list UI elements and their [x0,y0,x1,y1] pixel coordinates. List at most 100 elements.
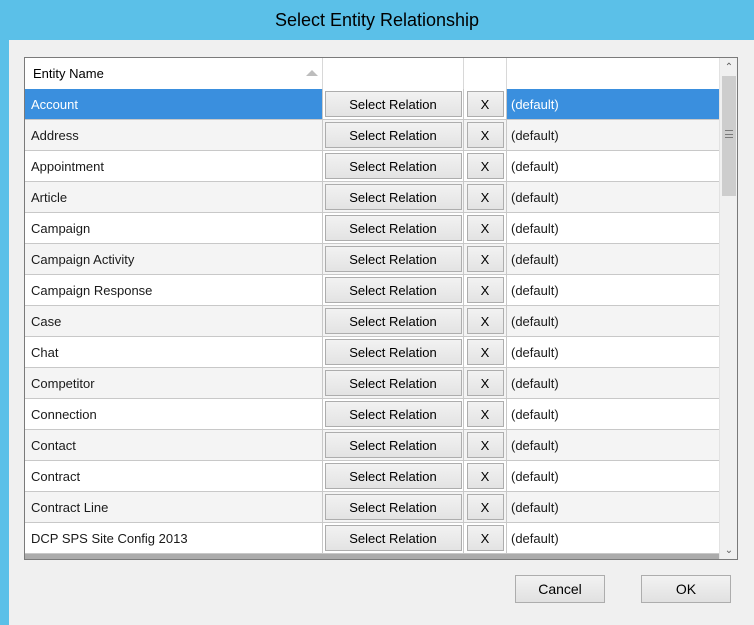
clear-relation-button[interactable]: X [466,463,504,489]
scrollbar-thumb[interactable] [722,76,736,196]
entity-name-cell[interactable]: Appointment [25,151,323,181]
clear-relation-button[interactable]: X [466,525,504,551]
table-row[interactable]: Connection Select Relation X (default) [25,399,719,430]
chevron-up-icon: ⌃ [724,61,734,73]
entity-name-cell[interactable]: Contract [25,461,323,491]
entity-name-cell[interactable]: Address [25,120,323,150]
table-row[interactable]: Campaign Activity Select Relation X (defaul… [25,244,719,275]
entity-name-cell[interactable]: DCP SPS Site Config 2013 [25,523,323,553]
entity-name-cell[interactable]: Campaign Activity [25,244,323,274]
clear-relation-button[interactable]: X [466,432,504,458]
relation-value-cell[interactable]: (default) [507,430,719,460]
table-row[interactable]: Article Select Relation X (default) [25,182,719,213]
scroll-down-button[interactable]: ⌄ [720,541,737,559]
table-row[interactable]: Campaign Select Relation X (default) [25,213,719,244]
select-relation-cell: Select Relation [323,368,464,398]
select-relation-button[interactable]: Select Relation [324,122,462,148]
clear-relation-cell: X [464,213,507,243]
relation-value-cell[interactable]: (default) [507,306,719,336]
relation-value-cell[interactable]: (default) [507,151,719,181]
relation-value-cell[interactable]: (default) [507,523,719,553]
clear-relation-button[interactable]: X [466,370,504,396]
relation-value-cell[interactable]: (default) [507,461,719,491]
table-row[interactable]: Contract Select Relation X (default) [25,461,719,492]
table-row[interactable]: Appointment Select Relation X (default) [25,151,719,182]
entity-name-cell[interactable]: Connection [25,399,323,429]
select-relation-button[interactable]: Select Relation [324,494,462,520]
select-relation-button[interactable]: Select Relation [324,525,462,551]
column-header-relation [507,58,719,89]
select-relation-cell: Select Relation [323,213,464,243]
select-relation-button[interactable]: Select Relation [324,370,462,396]
entity-name-cell[interactable]: Contact [25,430,323,460]
clear-relation-button[interactable]: X [466,277,504,303]
relation-value-cell[interactable]: (default) [507,244,719,274]
entity-name-cell[interactable]: Chat [25,337,323,367]
dialog-body: Entity Name Account Select Relation X (defa… [9,40,754,625]
clear-relation-button[interactable]: X [466,122,504,148]
table-row[interactable]: Campaign Response Select Relation X (defaul… [25,275,719,306]
table-row[interactable]: Contract Line Select Relation X (default) [25,492,719,523]
select-relation-button[interactable]: Select Relation [324,401,462,427]
relation-value-cell[interactable]: (default) [507,492,719,522]
table-row[interactable]: Chat Select Relation X (default) [25,337,719,368]
entity-name-cell[interactable]: Campaign Response [25,275,323,305]
relation-value-cell[interactable]: (default) [507,89,719,119]
select-relation-cell: Select Relation [323,89,464,119]
clear-relation-cell: X [464,120,507,150]
clear-relation-cell: X [464,492,507,522]
clear-relation-cell: X [464,275,507,305]
table-row[interactable]: Competitor Select Relation X (default) [25,368,719,399]
clear-relation-button[interactable]: X [466,246,504,272]
relation-value-cell[interactable]: (default) [507,368,719,398]
grip-icon [725,130,733,138]
ok-button[interactable]: OK [641,575,731,603]
scroll-up-button[interactable]: ⌃ [720,58,737,76]
clear-relation-button[interactable]: X [466,91,504,117]
select-relation-button[interactable]: Select Relation [324,432,462,458]
entity-name-cell[interactable]: Contract Line [25,492,323,522]
entity-name-cell[interactable]: Campaign [25,213,323,243]
select-relation-button[interactable]: Select Relation [324,463,462,489]
clear-relation-cell: X [464,182,507,212]
window-title-bar[interactable]: Select Entity Relationship [0,0,754,40]
select-relation-button[interactable]: Select Relation [324,153,462,179]
clear-relation-cell: X [464,244,507,274]
clear-relation-button[interactable]: X [466,184,504,210]
select-relation-button[interactable]: Select Relation [324,91,462,117]
table-row[interactable]: Address Select Relation X (default) [25,120,719,151]
clear-relation-button[interactable]: X [466,401,504,427]
table-row[interactable]: Account Select Relation X (default) [25,89,719,120]
select-relation-button[interactable]: Select Relation [324,339,462,365]
clear-relation-button[interactable]: X [466,339,504,365]
select-relation-cell: Select Relation [323,244,464,274]
entity-name-cell[interactable]: Competitor [25,368,323,398]
entity-name-cell[interactable]: Account [25,89,323,119]
table-row[interactable]: Case Select Relation X (default) [25,306,719,337]
table-row[interactable]: DCP SPS Site Config 2013 Select Relation X… [25,523,719,554]
select-relation-button[interactable]: Select Relation [324,308,462,334]
relation-value-cell[interactable]: (default) [507,213,719,243]
relation-value-cell[interactable]: (default) [507,120,719,150]
select-relation-button[interactable]: Select Relation [324,215,462,241]
relation-value-cell[interactable]: (default) [507,182,719,212]
clear-relation-button[interactable]: X [466,308,504,334]
clear-relation-button[interactable]: X [466,153,504,179]
table-row[interactable]: Contact Select Relation X (default) [25,430,719,461]
clear-relation-cell: X [464,430,507,460]
select-relation-button[interactable]: Select Relation [324,246,462,272]
clear-relation-button[interactable]: X [466,215,504,241]
select-relation-cell: Select Relation [323,461,464,491]
entity-name-cell[interactable]: Case [25,306,323,336]
entity-name-cell[interactable]: Article [25,182,323,212]
select-relation-button[interactable]: Select Relation [324,184,462,210]
clear-relation-button[interactable]: X [466,494,504,520]
relation-value-cell[interactable]: (default) [507,275,719,305]
cancel-button[interactable]: Cancel [515,575,605,603]
select-relation-button[interactable]: Select Relation [324,277,462,303]
clear-relation-cell: X [464,461,507,491]
column-header-entity-name[interactable]: Entity Name [25,58,323,89]
relation-value-cell[interactable]: (default) [507,399,719,429]
vertical-scrollbar[interactable]: ⌃ ⌄ [719,58,737,559]
relation-value-cell[interactable]: (default) [507,337,719,367]
